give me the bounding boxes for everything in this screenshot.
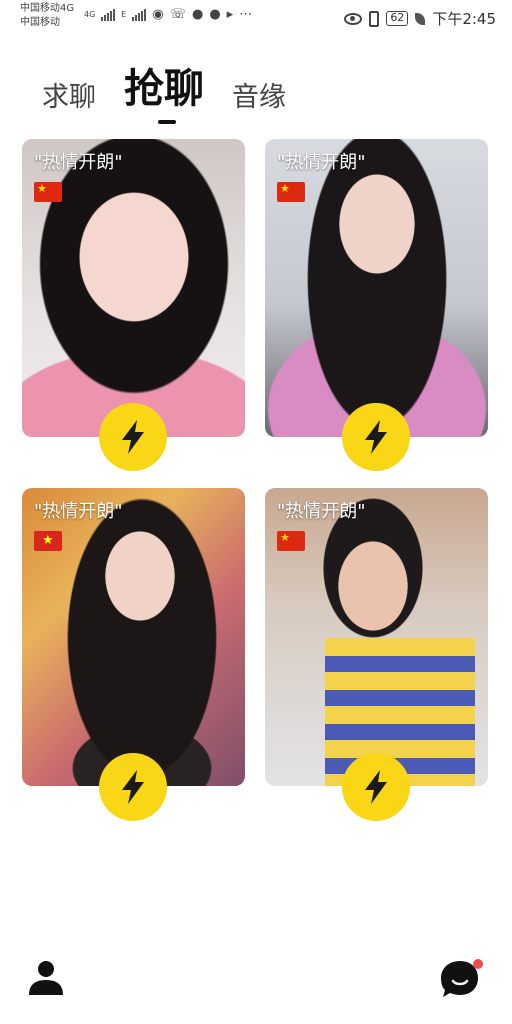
status-right-icons: 62 下午2:45 bbox=[344, 8, 496, 29]
network-type-2: E bbox=[121, 10, 127, 19]
carrier-1: 中国移动4G bbox=[20, 3, 75, 14]
hotspot-icon: ◉ bbox=[152, 7, 164, 22]
user-card[interactable]: "热情开朗" ★ bbox=[265, 139, 488, 437]
top-tabs: 求聊 抢聊 音缘 bbox=[42, 56, 316, 124]
vietnam-flag-icon: ★ bbox=[34, 531, 62, 551]
quick-chat-button[interactable] bbox=[99, 403, 167, 471]
notification-dot bbox=[473, 959, 483, 969]
user-card[interactable]: "热情开朗" ★ bbox=[22, 488, 245, 786]
profile-button[interactable] bbox=[26, 958, 66, 998]
china-flag-icon: ★ bbox=[277, 182, 305, 202]
signal-icon bbox=[101, 9, 116, 21]
missed-call-icon: ☏ bbox=[169, 7, 186, 22]
message-icon: ● bbox=[209, 7, 221, 22]
quick-chat-button[interactable] bbox=[99, 753, 167, 821]
user-card[interactable]: "热情开朗" ★ bbox=[22, 139, 245, 437]
card-tag: "热情开朗" bbox=[34, 501, 123, 522]
card-tag: "热情开朗" bbox=[34, 152, 123, 173]
tab-qiu-liao[interactable]: 求聊 bbox=[42, 75, 96, 114]
tab-yin-yuan[interactable]: 音缘 bbox=[232, 75, 286, 114]
lightning-icon bbox=[365, 420, 387, 454]
china-flag-icon: ★ bbox=[277, 531, 305, 551]
carrier-info: 中国移动4G 中国移动 bbox=[20, 2, 74, 30]
tab-qiang-liao[interactable]: 抢聊 bbox=[124, 56, 204, 124]
clock: 下午2:45 bbox=[432, 10, 496, 28]
user-card[interactable]: "热情开朗" ★ bbox=[265, 488, 488, 786]
signal-icon bbox=[132, 9, 147, 21]
status-left-icons: 4G E ◉ ☏ ● ● ▸ ⋯ bbox=[84, 8, 252, 22]
person-icon bbox=[29, 961, 63, 995]
lightning-icon bbox=[365, 770, 387, 804]
power-saving-icon bbox=[415, 12, 426, 25]
lightning-icon bbox=[122, 770, 144, 804]
app-notification-icon: ▸ bbox=[226, 7, 234, 22]
card-tag: "热情开朗" bbox=[277, 152, 366, 173]
vibrate-icon bbox=[369, 10, 380, 27]
eye-comfort-icon bbox=[344, 12, 363, 25]
quick-chat-button[interactable] bbox=[342, 753, 410, 821]
more-notifications-icon: ⋯ bbox=[239, 7, 253, 22]
quick-chat-button[interactable] bbox=[342, 403, 410, 471]
carrier-2: 中国移动 bbox=[20, 17, 60, 28]
lightning-icon bbox=[122, 420, 144, 454]
status-bar: 中国移动4G 中国移动 4G E ◉ ☏ ● ● ▸ ⋯ 62 下午2:45 bbox=[0, 0, 512, 36]
wechat-icon: ● bbox=[191, 7, 204, 22]
china-flag-icon: ★ bbox=[34, 182, 62, 202]
battery-icon: 62 bbox=[386, 11, 409, 26]
network-type-1: 4G bbox=[84, 10, 96, 19]
card-tag: "热情开朗" bbox=[277, 501, 366, 522]
